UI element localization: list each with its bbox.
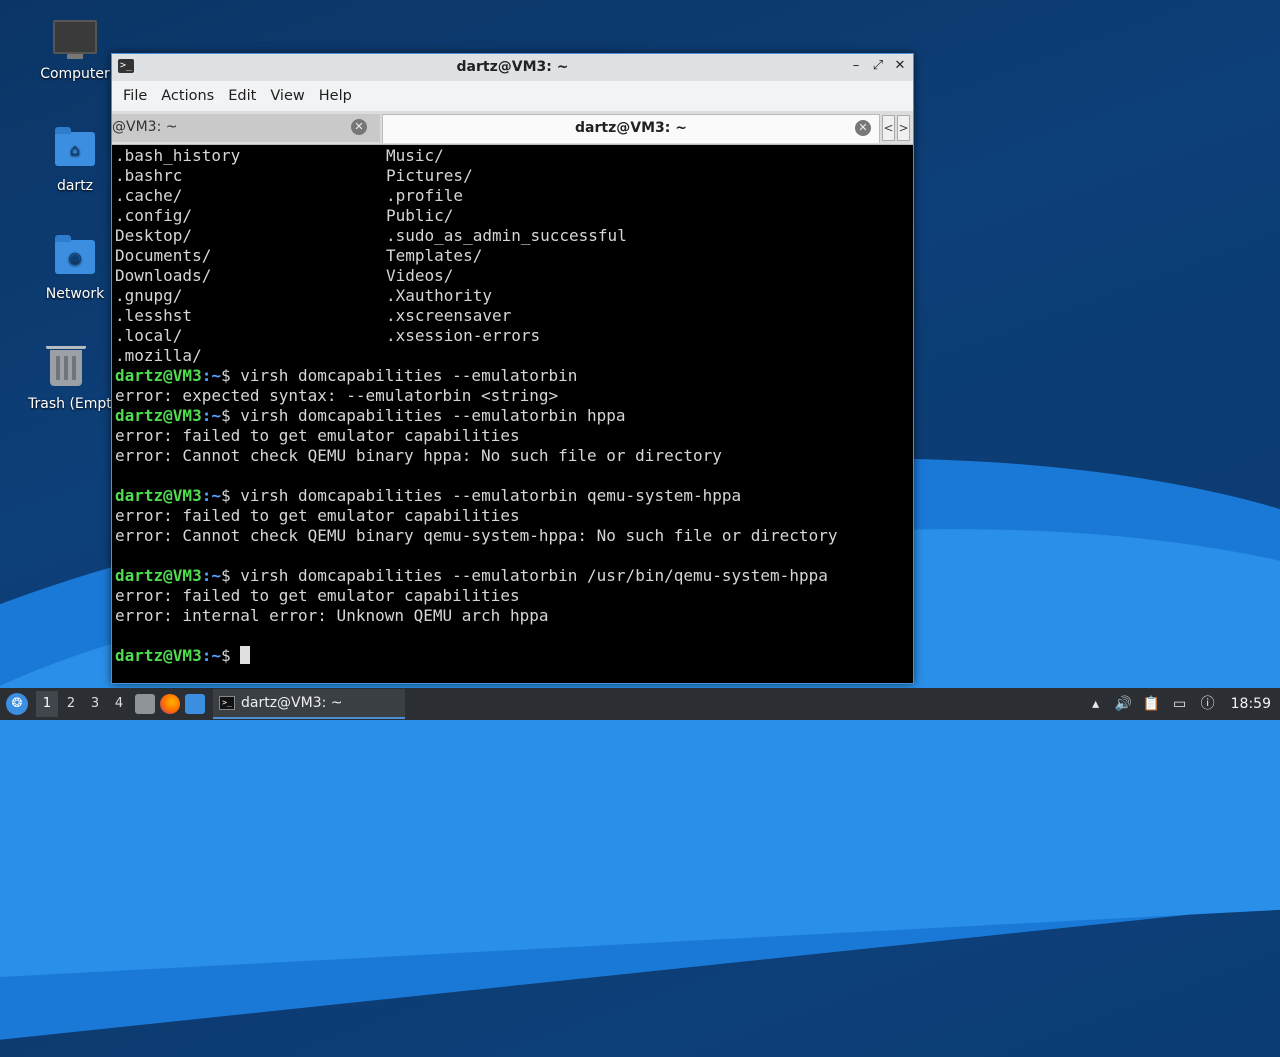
text-cursor: [240, 646, 251, 664]
minimize-button[interactable]: –: [849, 58, 863, 74]
tab-scroll-left-icon[interactable]: <: [882, 115, 895, 141]
terminal-window[interactable]: >_ dartz@VM3: ~ – ⤢ ✕ File Actions Edit …: [111, 53, 914, 684]
close-button[interactable]: ✕: [893, 58, 907, 74]
file-manager-launcher-icon[interactable]: [135, 694, 155, 714]
error-line: error: expected syntax: --emulatorbin <s…: [115, 386, 559, 405]
computer-icon: [53, 20, 97, 60]
desktop-icon-trash[interactable]: Trash (Empty): [20, 346, 111, 412]
window-title: dartz@VM3: ~: [456, 59, 569, 75]
desktop-icon-label: Trash (Empty): [28, 396, 111, 412]
command-line: dartz@VM3:~$ virsh domcapabilities --emu…: [115, 566, 828, 585]
error-line: error: failed to get emulator capabiliti…: [115, 506, 520, 525]
volume-icon[interactable]: 🔊: [1115, 695, 1133, 713]
listing-row: Desktop/.sudo_as_admin_successful: [115, 226, 627, 245]
listing-row: .local/.xsession-errors: [115, 326, 541, 345]
taskbar: ❂ 1 2 3 4 >_ dartz@VM3: ~ ▴ 🔊 📋 ▭ ⓘ 18:5…: [0, 688, 1280, 720]
listing-row: Downloads/Videos/: [115, 266, 454, 285]
menu-actions[interactable]: Actions: [154, 88, 221, 104]
workspace-3[interactable]: 3: [84, 691, 106, 717]
menu-edit[interactable]: Edit: [221, 88, 263, 104]
menu-view[interactable]: View: [263, 88, 311, 104]
tab-terminal-1[interactable]: @VM3: ~ ✕: [112, 114, 380, 142]
system-tray: ▴ 🔊 📋 ▭ ⓘ 18:59: [1087, 688, 1280, 720]
error-line: error: Cannot check QEMU binary qemu-sys…: [115, 526, 838, 545]
listing-row: .bash_history Music/: [115, 146, 444, 165]
trash-icon: [44, 346, 88, 390]
listing-row: .mozilla/: [115, 346, 202, 365]
maximize-button[interactable]: ⤢: [871, 58, 885, 74]
clipboard-icon[interactable]: 📋: [1143, 695, 1161, 713]
tray-up-arrow-icon[interactable]: ▴: [1087, 695, 1105, 713]
command-line: dartz@VM3:~$ virsh domcapabilities --emu…: [115, 366, 578, 385]
menubar: File Actions Edit View Help: [112, 81, 913, 111]
workspace-2[interactable]: 2: [60, 691, 82, 717]
clock[interactable]: 18:59: [1231, 696, 1271, 712]
command-line: dartz@VM3:~$ virsh domcapabilities --emu…: [115, 406, 626, 425]
tab-terminal-2[interactable]: dartz@VM3: ~ ✕: [382, 114, 880, 143]
tab-label: @VM3: ~: [112, 119, 178, 135]
taskbar-task-terminal[interactable]: >_ dartz@VM3: ~: [213, 689, 405, 719]
show-desktop-icon[interactable]: [185, 694, 205, 714]
error-line: error: Cannot check QEMU binary hppa: No…: [115, 446, 722, 465]
menu-file[interactable]: File: [116, 88, 154, 104]
current-prompt[interactable]: dartz@VM3:~$: [115, 646, 251, 666]
error-line: error: failed to get emulator capabiliti…: [115, 426, 520, 445]
firefox-launcher-icon[interactable]: [160, 694, 180, 714]
menu-help[interactable]: Help: [312, 88, 359, 104]
terminal-output[interactable]: .bash_history Music/ .bashrc Pictures/ .ca…: [114, 146, 913, 683]
window-titlebar[interactable]: >_ dartz@VM3: ~ – ⤢ ✕: [112, 54, 913, 81]
terminal-task-icon: >_: [219, 696, 235, 710]
task-label: dartz@VM3: ~: [241, 695, 343, 711]
notification-icon[interactable]: ⓘ: [1199, 695, 1217, 713]
tab-bar: @VM3: ~ ✕ dartz@VM3: ~ ✕ < >: [112, 111, 913, 145]
listing-row: .bashrc Pictures/: [115, 166, 473, 185]
start-menu-icon[interactable]: ❂: [6, 693, 28, 715]
network-tray-icon[interactable]: ▭: [1171, 695, 1189, 713]
listing-row: .lesshst .xscreensaver: [115, 306, 512, 325]
home-folder-icon: ⌂: [53, 127, 97, 172]
workspace-1[interactable]: 1: [36, 691, 58, 717]
tab-label: dartz@VM3: ~: [575, 120, 687, 136]
tab-close-icon[interactable]: ✕: [351, 119, 367, 135]
network-folder-icon: ◉: [53, 235, 97, 280]
listing-row: .gnupg/.Xauthority: [115, 286, 492, 305]
listing-row: .config/Public/: [115, 206, 454, 225]
command-line: dartz@VM3:~$ virsh domcapabilities --emu…: [115, 486, 742, 505]
tab-scroll-right-icon[interactable]: >: [897, 115, 910, 141]
workspace-4[interactable]: 4: [108, 691, 130, 717]
error-line: error: internal error: Unknown QEMU arch…: [115, 606, 549, 625]
listing-row: .cache/.profile: [115, 186, 464, 205]
tab-close-icon[interactable]: ✕: [855, 120, 871, 136]
listing-row: Documents/Templates/: [115, 246, 483, 265]
error-line: error: failed to get emulator capabiliti…: [115, 586, 520, 605]
